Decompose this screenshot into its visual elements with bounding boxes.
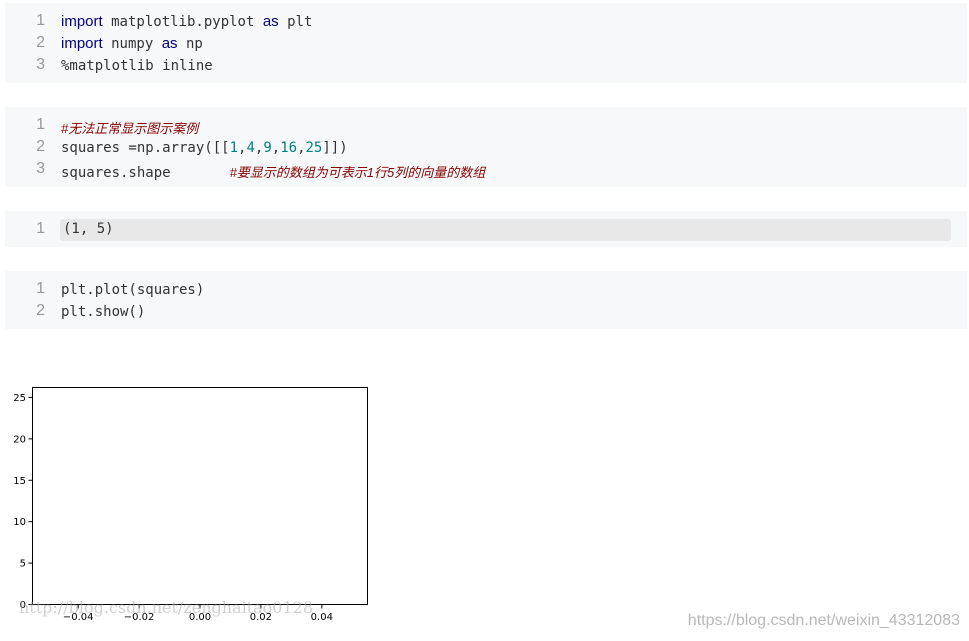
line-gutter: 1 2 3 (5, 3, 53, 83)
code-line: import matplotlib.pyplot as plt (61, 13, 312, 30)
y-tick-label: 5 (20, 559, 26, 570)
y-tick-label: 20 (13, 434, 26, 445)
line-gutter: 1 (5, 211, 53, 247)
line-number: 2 (36, 138, 45, 155)
code-line: squares.shape #要显示的数组为可表示1行5列的向量的数组 (61, 162, 485, 181)
code-cell-array[interactable]: 1 2 3 #无法正常显示图示案例 squares =np.array([[1,… (5, 107, 967, 187)
y-tick-label: 15 (13, 476, 26, 487)
line-number: 1 (36, 220, 45, 237)
number-literal: 1 (229, 140, 239, 156)
keyword: import (61, 13, 103, 30)
watermark-left: http://blog.csdn.net/zenghaitao0128 (19, 598, 314, 617)
watermark-right: https://blog.csdn.net/weixin_43312083 (687, 612, 960, 629)
line-number: 1 (36, 12, 45, 29)
code-line: plt.show() (61, 304, 146, 320)
line-number: 1 (36, 280, 45, 297)
y-axis-ticks: 0510152025 (13, 393, 33, 611)
line-number: 2 (36, 302, 45, 319)
line-gutter: 1 2 (5, 271, 53, 329)
line-number: 2 (36, 34, 45, 51)
number-literal: 9 (263, 140, 272, 156)
code-text: matplotlib.pyplot (102, 14, 263, 30)
line-number: 3 (36, 56, 45, 73)
output-box: (1, 5) (60, 219, 951, 241)
code-text: plt (278, 14, 313, 30)
line-number: 1 (36, 116, 45, 133)
code-line: squares =np.array([[1,4,9,16,25]]) (61, 140, 348, 156)
output-cell: 1 (1, 5) (5, 211, 967, 247)
x-tick-label: 0.04 (311, 612, 333, 623)
code-cell-plot[interactable]: 1 2 plt.plot(squares) plt.show() (5, 271, 967, 329)
code-text: squares.shape (61, 165, 230, 181)
keyword: as (161, 35, 178, 52)
code-line: %matplotlib inline (61, 58, 213, 74)
code-text: np (177, 36, 203, 52)
plot-figure: 0510152025 −0.04 −0.02 0.00 0.02 0.04 (13, 387, 368, 623)
keyword: as (262, 13, 279, 30)
code-text: ]]) (322, 140, 348, 156)
code-line: plt.plot(squares) (61, 282, 205, 298)
output-text: (1, 5) (63, 221, 114, 237)
code-comment: #无法正常显示图示案例 (61, 121, 199, 136)
code-text: numpy (102, 36, 162, 52)
code-text: squares =np.array([[ (61, 140, 230, 156)
number-literal: 4 (246, 140, 255, 156)
line-number: 3 (36, 160, 45, 177)
number-literal: 25 (305, 140, 323, 156)
y-tick-label: 25 (13, 393, 26, 404)
code-line: #无法正常显示图示案例 (61, 118, 198, 137)
keyword: import (61, 35, 103, 52)
plot-axes-frame (32, 387, 368, 605)
number-literal: 16 (280, 140, 298, 156)
code-cell-imports[interactable]: 1 2 3 import matplotlib.pyplot as plt im… (5, 3, 967, 83)
code-comment: #要显示的数组为可表示1行5列的向量的数组 (229, 165, 486, 180)
line-gutter: 1 2 3 (5, 107, 53, 187)
y-tick-label: 10 (13, 517, 26, 528)
code-line: import numpy as np (61, 35, 203, 52)
